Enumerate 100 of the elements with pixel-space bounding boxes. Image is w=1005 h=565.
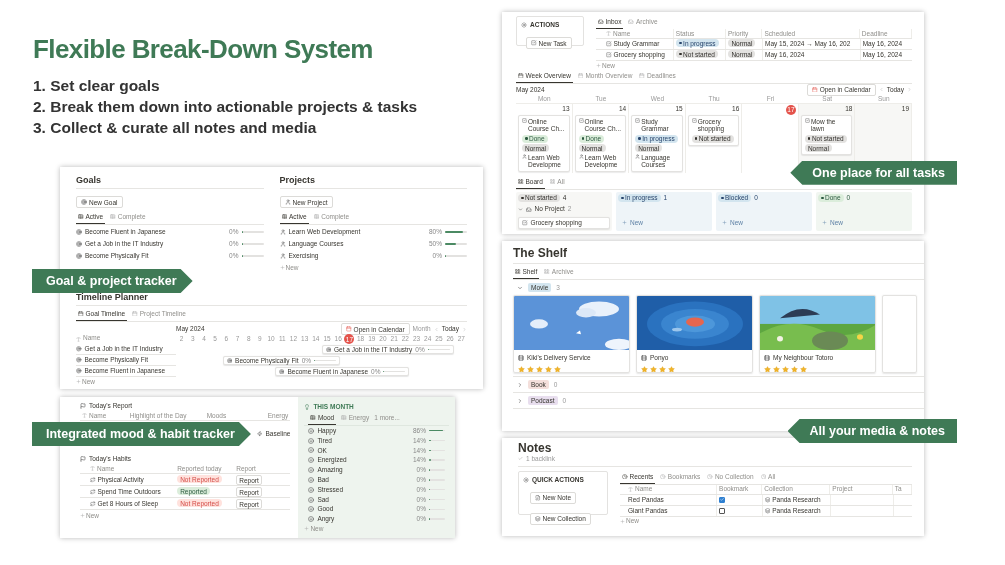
repeat-icon: [90, 501, 96, 507]
film-icon: [764, 354, 770, 361]
mood-icon: [308, 506, 315, 513]
mood-icon: [308, 427, 315, 434]
repeat-icon: [90, 489, 96, 495]
sun-icon: [521, 21, 527, 28]
star-icon: [668, 365, 675, 372]
mood-icon: [308, 457, 315, 464]
view-icon: [760, 473, 767, 480]
bookmark-checkbox[interactable]: [719, 507, 726, 514]
item-icon: [279, 253, 286, 259]
view-icon: [132, 310, 138, 317]
mood-icon: [308, 447, 315, 454]
view-icon: [622, 473, 628, 480]
mood-icon: [308, 486, 315, 493]
mood-icon: [308, 516, 315, 523]
plus-icon: [76, 379, 81, 384]
feature-point: 2. Break them down into actionable projects & tasks: [33, 98, 419, 116]
text-type-icon: [76, 337, 81, 342]
view-icon: [544, 268, 550, 275]
plus-icon: [80, 513, 85, 518]
goal-icon: [325, 346, 331, 353]
mood-icon: [308, 437, 315, 444]
task-icon: [804, 117, 810, 123]
section-title: Timeline Planner: [76, 292, 467, 306]
headline: Flexible Break-Down System: [33, 34, 374, 65]
project-icon: [522, 153, 527, 159]
project-icon: [526, 206, 532, 213]
plus-icon: [620, 518, 625, 524]
project-icon: [635, 153, 641, 159]
bookmark-checkbox[interactable]: [719, 496, 726, 503]
view-icon: [707, 473, 713, 480]
star-icon: [641, 365, 648, 372]
collection-icon: [535, 516, 541, 522]
star-icon: [782, 365, 789, 372]
star-icon: [659, 365, 666, 372]
text-type-icon: [82, 413, 87, 418]
sun-icon: [523, 476, 529, 483]
page-title: Notes: [518, 441, 553, 455]
text-type-icon: [606, 31, 611, 36]
star-icon: [773, 365, 780, 372]
view-icon: [110, 213, 116, 220]
task-icon: [606, 41, 612, 47]
flag-icon: [80, 455, 86, 462]
note-icon: [535, 495, 541, 501]
flag-icon: [80, 402, 86, 409]
calendar-icon: [346, 326, 352, 332]
plus-icon: [822, 220, 827, 226]
callout-banner: Integrated mood & habit tracker: [32, 422, 251, 446]
star-icon: [545, 365, 552, 372]
star-icon: [536, 365, 543, 372]
star-icon: [527, 365, 534, 372]
view-icon: [577, 72, 584, 79]
text-type-icon: [628, 486, 633, 492]
callout-banner: One place for all tasks: [790, 160, 957, 185]
goal-icon: [226, 357, 233, 364]
item-icon: [279, 229, 286, 235]
lightbulb-icon: [304, 403, 311, 410]
star-icon: [764, 365, 771, 372]
callout-banner: Goal & project tracker: [32, 269, 193, 293]
backlink-icon: [518, 456, 523, 462]
plus-icon: [596, 63, 601, 68]
view-icon: [518, 178, 524, 185]
feature-point: 3. Collect & curate all notes and media: [33, 119, 318, 137]
star-icon: [650, 365, 657, 372]
mood-icon: [308, 496, 315, 503]
plus-icon: [622, 220, 627, 226]
star-icon: [800, 365, 807, 372]
section-title: Goals: [76, 175, 264, 189]
energy-icon: [256, 431, 263, 437]
view-icon: [515, 268, 521, 275]
collection-icon: [764, 508, 771, 514]
view-icon: [78, 310, 84, 317]
task-icon: [635, 117, 641, 123]
mood-icon: [308, 476, 315, 483]
view-icon: [313, 213, 320, 220]
task-icon: [691, 117, 697, 123]
plus-icon: [722, 220, 727, 226]
item-icon: [279, 241, 286, 247]
task-icon: [606, 52, 612, 58]
section-title: Projects: [279, 175, 467, 189]
film-icon: [518, 354, 524, 361]
calendar-icon: [812, 86, 818, 93]
plus-icon: [304, 526, 310, 532]
text-type-icon: [90, 466, 95, 471]
view-icon: [78, 213, 84, 220]
goal-icon: [278, 368, 285, 375]
view-icon: [660, 473, 666, 480]
view-icon: [281, 213, 287, 220]
task-icon: [522, 117, 527, 123]
task-icon: [531, 40, 537, 46]
item-icon: [81, 199, 87, 205]
view-icon: [639, 72, 645, 79]
collection-icon: [764, 497, 771, 503]
feature-point: 1. Set clear goals: [33, 77, 161, 95]
mood-icon: [308, 467, 315, 474]
project-icon: [578, 153, 584, 159]
view-icon: [341, 414, 347, 421]
view-icon: [549, 178, 556, 185]
page-title: The Shelf: [513, 244, 924, 264]
